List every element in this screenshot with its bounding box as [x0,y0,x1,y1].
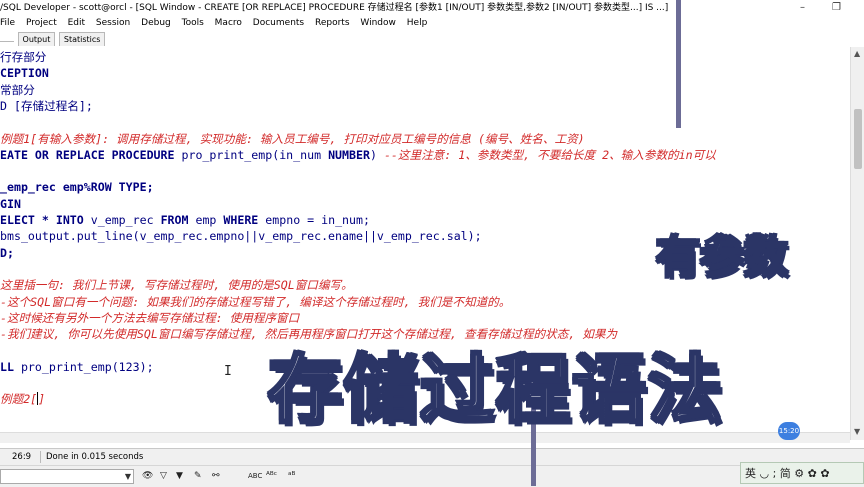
code-line[interactable]: ELECT * INTO v_emp_rec FROM emp WHERE em… [0,212,370,228]
code-line[interactable]: 这里插一句: 我们上节课, 写存储过程时, 使用的是SQL窗口编写。 [0,277,353,293]
code-token: LL [0,359,21,374]
status-message: Done in 0.015 seconds [46,452,144,462]
code-token: 例题2[ [0,392,38,407]
cursor-position: 26:9 [12,452,32,462]
menu-session[interactable]: Session [96,16,130,31]
abc-icon[interactable]: ABC [248,469,262,483]
editor-tabs: Output Statistics [0,32,106,46]
menu-macro[interactable]: Macro [215,16,242,31]
text-cursor-icon: I [224,364,232,379]
menu-help[interactable]: Help [407,16,428,31]
caption-small: 有参数 [655,231,789,284]
filter-active-icon[interactable]: ▼ [176,469,183,483]
code-token: 这里插一句: 我们上节课, 写存储过程时, 使用的是SQL窗口编写。 [0,278,353,293]
code-token: CEPTION [0,66,49,81]
minimize-button[interactable]: – [800,0,805,16]
vertical-scrollbar[interactable]: ▲ ▼ [850,47,864,440]
code-token: emp [195,213,224,227]
scroll-down-icon[interactable]: ▼ [854,427,860,436]
code-line[interactable]: LL pro_print_emp(123); [0,359,154,375]
code-line[interactable]: _emp_rec emp%ROW TYPE; [0,179,154,195]
code-line[interactable]: 常部分 [0,82,35,98]
code-token: 例题1[有输入参数]: 调用存储过程, 实现功能: 输入员工编号, 打印对应员工… [0,131,585,146]
menu-project[interactable]: Project [26,16,57,31]
tab-sql[interactable] [0,41,14,42]
code-line[interactable]: 例题1[有输入参数]: 调用存储过程, 实现功能: 输入员工编号, 打印对应员工… [0,131,585,147]
code-token: v_emp_rec [90,213,161,227]
code-token: --这里注意: 1、参数类型, 不要给长度 2、输入参数的in可以 [383,147,716,162]
menu-reports[interactable]: Reports [315,16,350,31]
code-token: pro_print_emp(in_num [181,147,329,162]
code-line[interactable]: 行存部分 [0,49,46,65]
code-line[interactable]: -这个SQL窗口有一个问题: 如果我们的存储过程写错了, 编译这个存储过程时, … [0,294,510,310]
code-token: D [存储过程名]; [0,98,93,113]
code-line[interactable]: GIN [0,196,21,212]
status-bar: 26:9 Done in 0.015 seconds [0,448,864,465]
menu-bar: File Project Edit Session Debug Tools Ma… [0,16,864,31]
code-token: D; [0,245,14,260]
code-token: -这个SQL窗口有一个问题: 如果我们的存储过程写错了, 编译这个存储过程时, … [0,294,511,309]
code-token: pro_print_emp(123); [20,359,154,374]
window-title: /SQL Developer - scott@orcl - [SQL Windo… [0,3,669,13]
code-token: NUMBER [328,147,370,162]
menu-edit[interactable]: Edit [68,16,85,31]
code-line[interactable]: D; [0,245,14,261]
binoculars-icon[interactable]: 👁 [142,469,153,483]
code-token: ) [369,147,384,162]
code-token: bms_output.put_line(v_emp_rec.empno||v_e… [0,229,482,244]
status-divider [40,451,41,463]
code-token: FROM [160,213,196,227]
tab-statistics[interactable]: Statistics [58,32,106,46]
code-token: 常部分 [0,82,35,97]
title-bar: /SQL Developer - scott@orcl - [SQL Windo… [0,0,864,16]
restore-button[interactable]: ❐ [832,0,841,16]
overlay-line-top [676,0,681,128]
menu-debug[interactable]: Debug [141,16,171,31]
chevron-down-icon[interactable]: ▼ [125,470,131,483]
code-token: GIN [0,196,21,211]
tab-output[interactable]: Output [17,32,56,46]
code-token: EATE OR REPLACE PROCEDURE [0,147,182,162]
code-line[interactable]: EATE OR REPLACE PROCEDURE pro_print_emp(… [0,147,716,163]
time-bubble: 15:20 [778,422,800,440]
code-token: WHERE [223,213,266,227]
search-combo[interactable]: ▼ [0,469,134,484]
link-icon[interactable]: ⚯ [212,469,220,483]
filter-icon[interactable]: ▽ [160,469,167,483]
edit-icon[interactable]: ✎ [194,469,202,483]
code-token: 行存部分 [0,50,47,64]
spell-icon[interactable]: ᴬᴮᶜ [266,469,277,483]
code-line[interactable]: -这时候还有另外一个方法去编写存储过程: 使用程序窗口 [0,310,299,326]
scrollbar-thumb[interactable] [854,109,862,169]
menu-documents[interactable]: Documents [253,16,304,31]
code-line[interactable]: D [存储过程名]; [0,98,93,114]
code-line[interactable]: bms_output.put_line(v_emp_rec.empno||v_e… [0,228,482,244]
menu-file[interactable]: File [0,16,15,31]
abc-ab-icon[interactable]: ᵃᴮ [288,469,295,483]
menu-window[interactable]: Window [360,16,396,31]
code-line[interactable]: 例题2[] [0,391,45,407]
code-token: _emp_rec emp%ROW TYPE; [0,180,154,195]
code-token: empno = in_num; [265,213,370,227]
ime-toolbar[interactable]: 英 ◡ ; 简 ⚙ ✿ ✿ [740,462,864,484]
caption-big: 存储过程语法 [267,346,724,435]
find-toolbar: ▼ 👁 ▽ ▼ ✎ ⚯ ABC ᴬᴮᶜ ᵃᴮ [0,465,864,487]
code-token: ELECT * INTO [0,213,91,227]
code-token: -这时候还有另外一个方法去编写存储过程: 使用程序窗口 [0,310,300,325]
menu-tools[interactable]: Tools [182,16,204,31]
code-line[interactable]: CEPTION [0,65,49,81]
scroll-up-icon[interactable]: ▲ [854,49,860,58]
code-token: ] [38,392,46,407]
